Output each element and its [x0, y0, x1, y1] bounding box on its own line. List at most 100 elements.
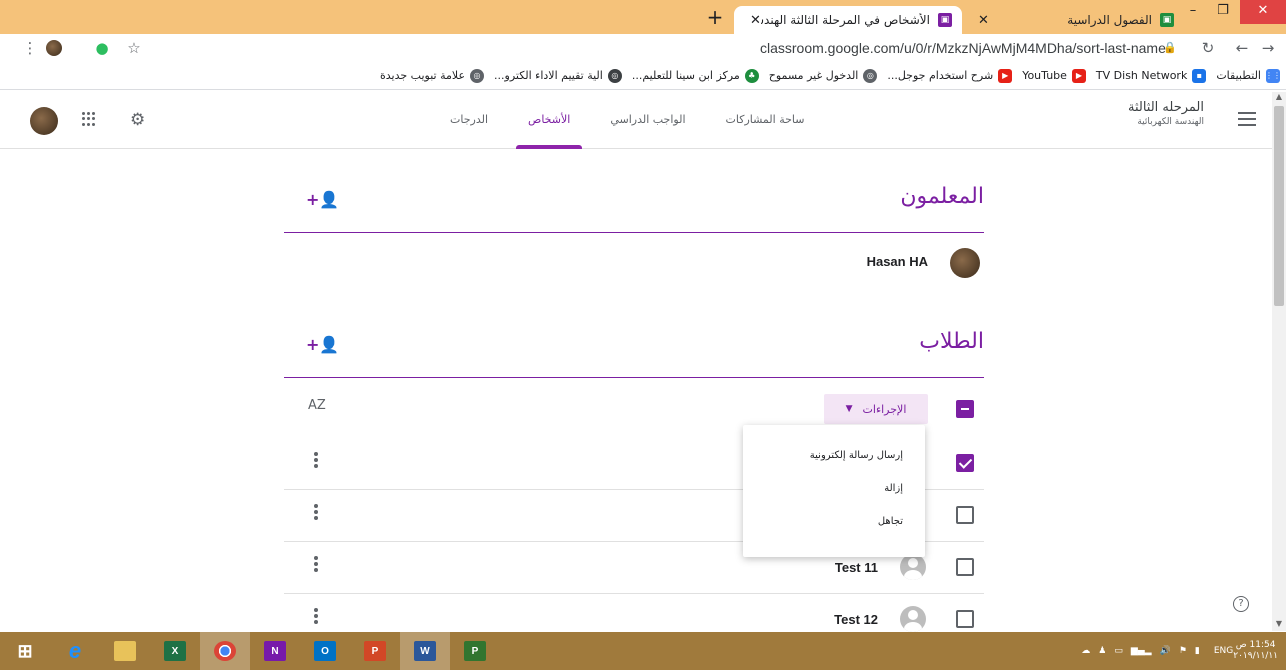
window-close-button[interactable]: ✕ — [1240, 0, 1286, 24]
forward-icon[interactable]: ← — [1232, 38, 1252, 58]
youtube-icon: ▶ — [998, 68, 1013, 83]
evernote-icon[interactable]: ● — [92, 38, 112, 58]
apps-grid-icon: ⋮⋮ — [1265, 68, 1281, 83]
invite-student-icon[interactable]: +👤 — [306, 335, 339, 354]
more-options-icon[interactable] — [314, 556, 318, 574]
reload-icon[interactable]: ↻ — [1198, 38, 1218, 58]
default-avatar-icon — [900, 554, 926, 580]
tab-stream[interactable]: ساحة المشاركات — [706, 92, 825, 149]
tab-classwork[interactable]: الواجب الدراسي — [590, 92, 705, 149]
classroom-icon: ▣ — [938, 13, 952, 27]
teacher-name: Hasan HA — [866, 254, 928, 269]
window-minimize-button[interactable]: – — [1178, 0, 1208, 24]
student-checkbox[interactable] — [956, 610, 974, 628]
tab-grades[interactable]: الدرجات — [430, 92, 508, 149]
star-icon[interactable]: ☆ — [124, 38, 144, 58]
more-options-icon[interactable] — [314, 504, 318, 522]
students-title: الطلاب — [919, 329, 984, 354]
tab-people[interactable]: ▣ الأشخاص في المرحلة الثالثة الهندسـ ✕ — [734, 6, 962, 34]
project-icon[interactable]: P — [450, 632, 500, 670]
menu-item-email[interactable]: إرسال رسالة إلكترونية — [743, 439, 925, 472]
more-options-icon[interactable] — [314, 452, 318, 470]
class-nav-tabs: ساحة المشاركات الواجب الدراسي الأشخاص ال… — [430, 92, 824, 149]
class-title[interactable]: المرحله الثالثة الهندسة الكهربائية — [1128, 100, 1204, 127]
more-options-icon[interactable] — [314, 608, 318, 626]
account-avatar[interactable] — [30, 107, 58, 135]
tv-icon: ▪ — [1192, 68, 1207, 83]
tray-icon[interactable]: ♟ — [1098, 646, 1106, 656]
tab-title: الأشخاص في المرحلة الثالثة الهندسـ — [760, 13, 930, 27]
back-icon[interactable]: → — [1258, 38, 1278, 58]
student-checkbox[interactable] — [956, 454, 974, 472]
file-explorer-icon[interactable] — [100, 632, 150, 670]
menu-item-mute[interactable]: تجاهل — [743, 505, 925, 538]
student-row[interactable]: Test 12 — [284, 594, 984, 632]
bookmark-youtube[interactable]: ▶ YouTube — [1022, 68, 1086, 83]
scroll-down-icon[interactable]: ▼ — [1272, 619, 1286, 631]
word-icon[interactable]: W — [400, 632, 450, 670]
student-checkbox[interactable] — [956, 506, 974, 524]
clock[interactable]: 11:54 ص ٢٠١٩/١١/١١ — [1233, 640, 1278, 662]
bookmark-ibn-sina[interactable]: ♣ مركز ابن سينا للتعليم... — [632, 68, 759, 83]
chrome-icon[interactable] — [200, 632, 250, 670]
network-icon[interactable]: ▂▄▆ — [1131, 646, 1152, 656]
teachers-title: المعلمون — [900, 184, 984, 209]
bookmark-access-denied[interactable]: ◎ الدخول غير مسموح — [769, 68, 878, 83]
hamburger-menu-icon[interactable] — [1238, 112, 1256, 126]
excel-icon[interactable]: X — [150, 632, 200, 670]
bookmark-google-guide[interactable]: ▶ شرح استخدام جوجل... — [887, 68, 1013, 83]
address-bar[interactable]: classroom.google.com/u/0/r/MzkzNjAwMjM4M… — [760, 37, 1180, 59]
students-header: الطلاب +👤 — [284, 323, 984, 378]
invite-teacher-icon[interactable]: +👤 — [306, 190, 339, 209]
tab-people[interactable]: الأشخاص — [508, 92, 590, 149]
scroll-up-icon[interactable]: ▲ — [1272, 92, 1286, 104]
bookmark-apps[interactable]: ⋮⋮ التطبيقات — [1216, 68, 1281, 83]
windows-start-icon[interactable]: ⊞ — [0, 632, 50, 670]
browser-toolbar: → ← ↻ 🔒 classroom.google.com/u/0/r/MzkzN… — [0, 34, 1286, 62]
new-tab-button[interactable]: + — [705, 7, 725, 28]
window-maximize-button[interactable]: ❐ — [1208, 0, 1238, 24]
menu-item-remove[interactable]: إزالة — [743, 472, 925, 505]
tab-title: الفصول الدراسية — [1067, 13, 1152, 27]
profile-avatar-icon[interactable] — [46, 38, 66, 58]
teacher-avatar — [950, 248, 980, 278]
teachers-header: المعلمون +👤 — [284, 178, 984, 233]
system-tray: 11:54 ص ٢٠١٩/١١/١١ ENG ▮ ⚑ 🔊 ▂▄▆ ▭ ♟ ☁ — [1073, 632, 1278, 670]
youtube-icon: ▶ — [1071, 68, 1086, 83]
outlook-icon[interactable]: O — [300, 632, 350, 670]
language-indicator[interactable]: ENG — [1214, 646, 1233, 656]
teacher-row[interactable]: Hasan HA — [284, 236, 984, 288]
powerpoint-icon[interactable]: P — [350, 632, 400, 670]
bookmark-evaluation[interactable]: ◎ الية تقييم الاداء الكترو... — [494, 68, 622, 83]
bookmarks-bar: ⋮⋮ التطبيقات ▪ TV Dish Network ▶ YouTube ▶ ش… — [0, 62, 1286, 90]
browser-tab-strip: ▣ الفصول الدراسية ✕ ▣ الأشخاص في المرحلة… — [0, 0, 1286, 34]
scroll-thumb[interactable] — [1274, 106, 1284, 306]
class-subtitle: الهندسة الكهربائية — [1137, 117, 1204, 127]
battery-icon[interactable]: ▭ — [1114, 646, 1123, 656]
help-icon[interactable]: ? — [1233, 596, 1249, 612]
student-name: Test 11 — [834, 560, 878, 575]
actions-button[interactable]: الإجراءات ▼ — [824, 394, 928, 424]
sort-az-icon[interactable]: AZ — [308, 398, 326, 413]
globe-icon: ◎ — [470, 68, 485, 83]
ie-icon[interactable]: e — [50, 632, 100, 670]
menu-kebab-icon[interactable]: ⋮ — [20, 38, 40, 58]
globe-icon: ◎ — [863, 68, 878, 83]
classroom-icon: ▣ — [1160, 13, 1174, 27]
action-center-icon[interactable]: ▮ — [1195, 646, 1200, 656]
volume-icon[interactable]: 🔊 — [1160, 646, 1171, 656]
close-icon[interactable]: ✕ — [744, 13, 761, 28]
bookmark-tv-dish[interactable]: ▪ TV Dish Network — [1096, 68, 1207, 83]
onenote-icon[interactable]: N — [250, 632, 300, 670]
flag-icon[interactable]: ⚑ — [1179, 646, 1187, 656]
student-checkbox[interactable] — [956, 558, 974, 576]
settings-gear-icon[interactable]: ⚙ — [130, 110, 145, 130]
page-scrollbar[interactable]: ▲ ▼ — [1272, 92, 1286, 631]
close-icon[interactable]: ✕ — [972, 13, 989, 28]
google-apps-icon[interactable] — [82, 112, 96, 126]
bookmark-new-tab[interactable]: ◎ علامة تبويب جديدة — [380, 68, 485, 83]
select-all-checkbox[interactable] — [956, 400, 974, 418]
tab-classes[interactable]: ▣ الفصول الدراسية ✕ — [962, 6, 1184, 34]
student-name: Test 12 — [834, 612, 878, 627]
tray-icon[interactable]: ☁ — [1081, 646, 1090, 656]
